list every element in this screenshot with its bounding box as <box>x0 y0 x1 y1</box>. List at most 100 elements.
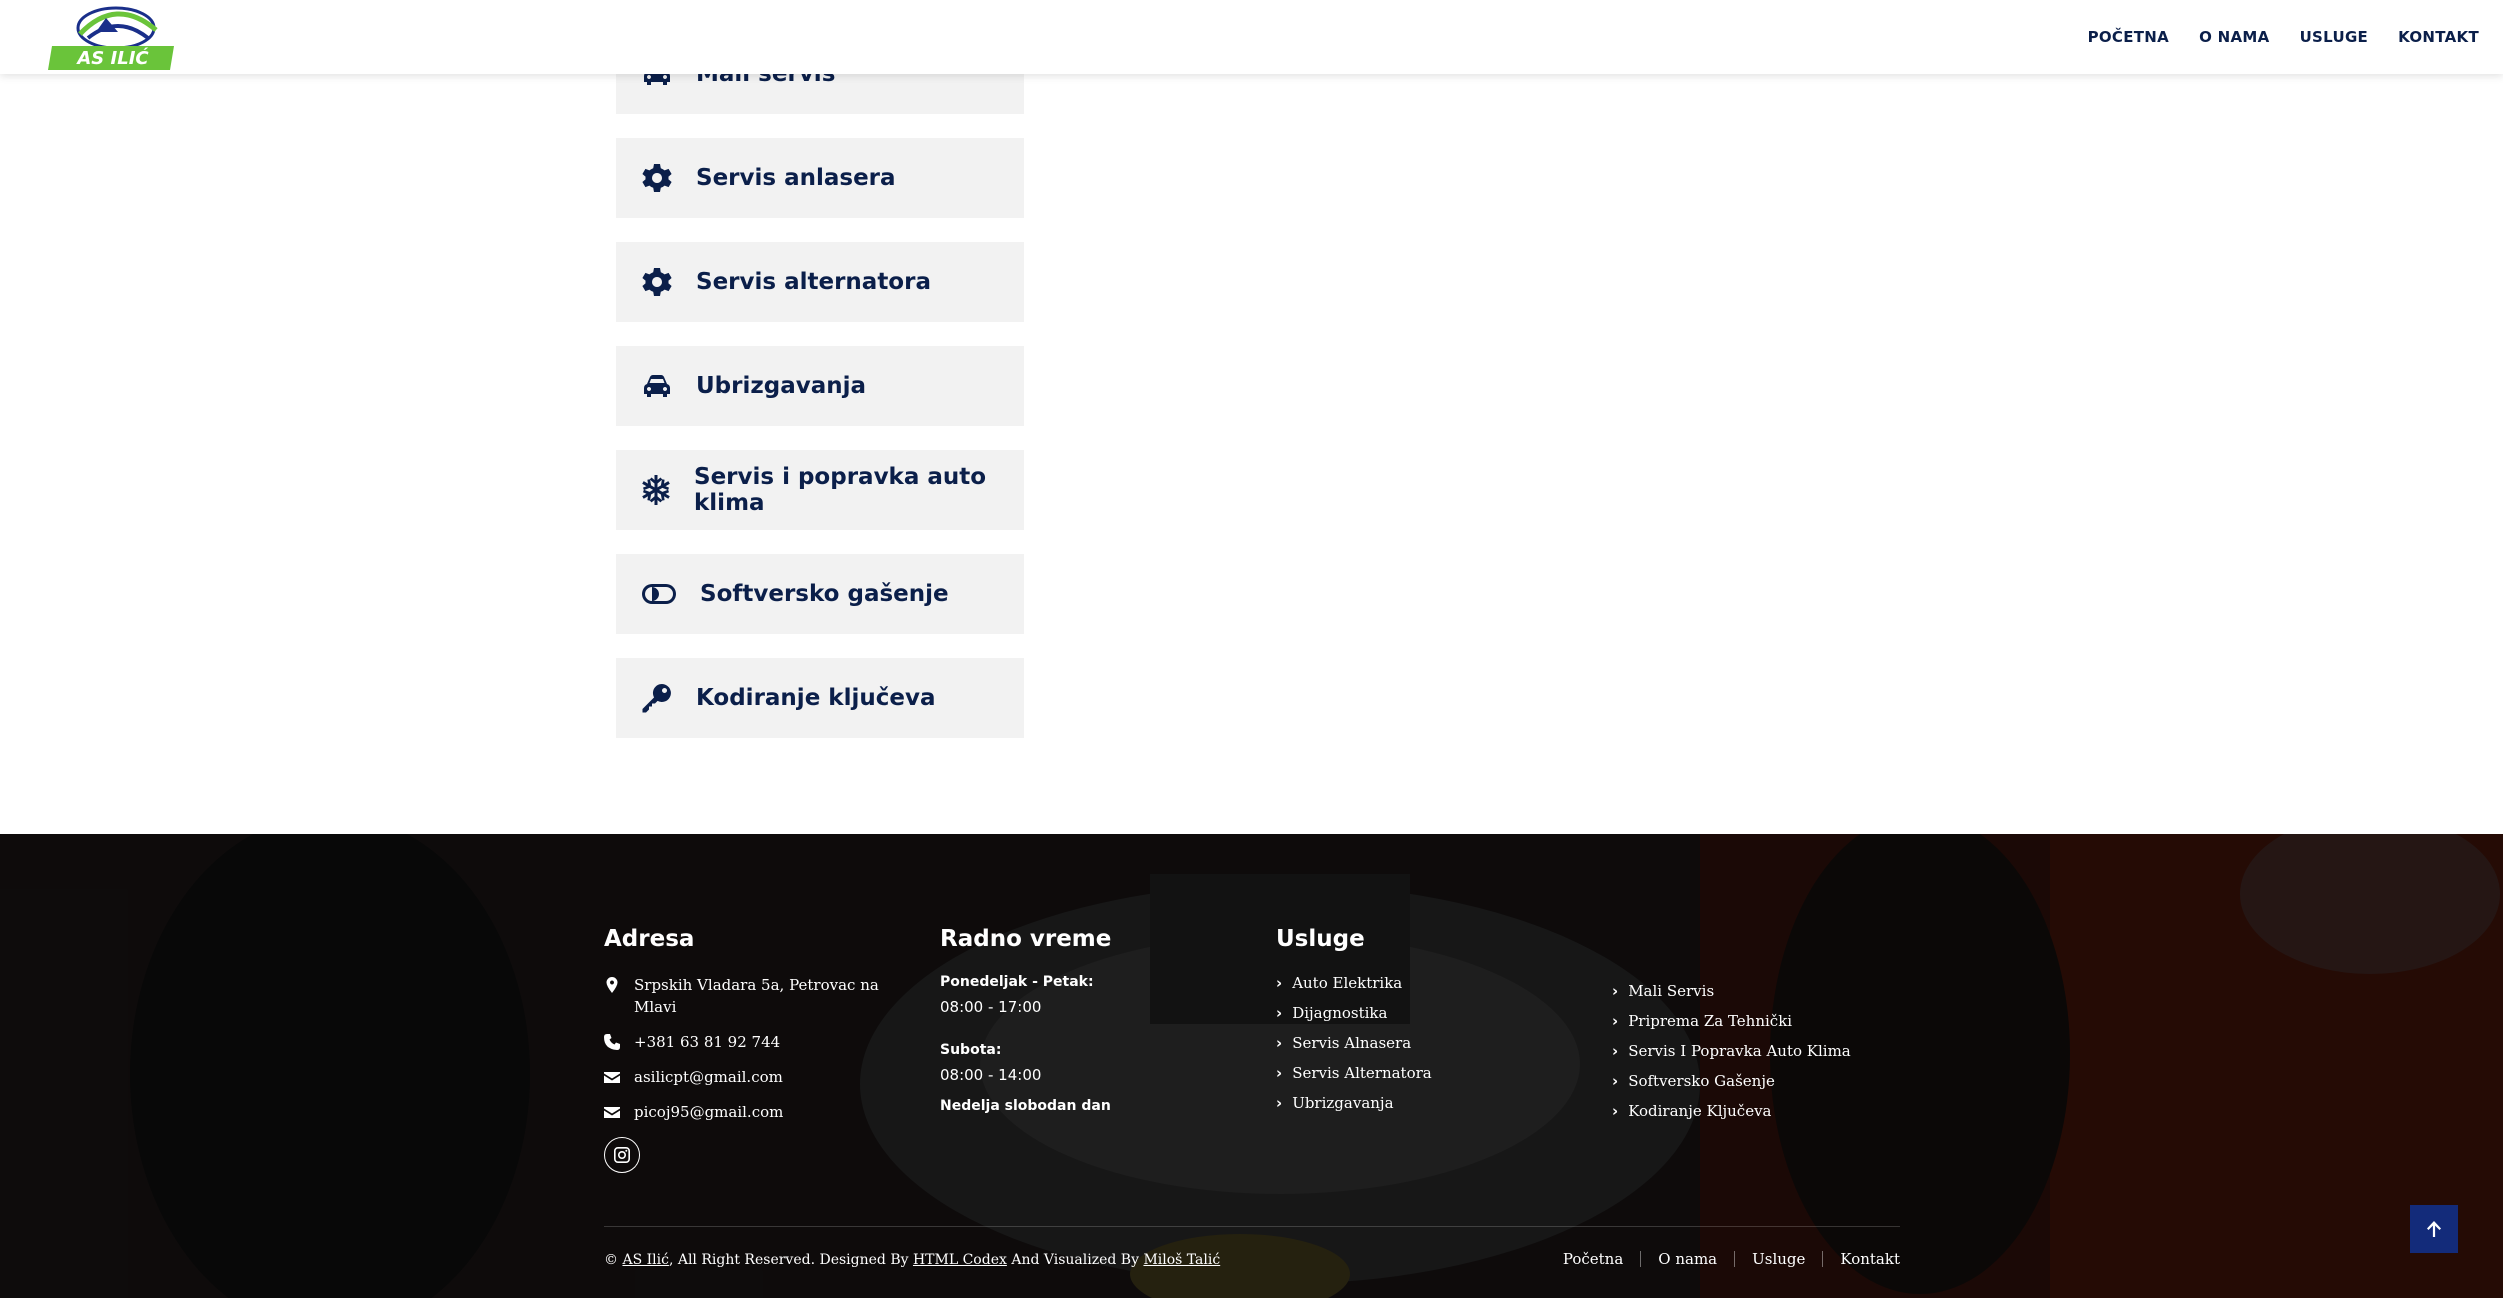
footer-phone[interactable]: +381 63 81 92 744 <box>604 1031 894 1053</box>
envelope-icon <box>604 1069 620 1085</box>
designer-link[interactable]: HTML Codex <box>913 1252 1007 1268</box>
footer-service-label: Servis Alternatora <box>1292 1064 1432 1082</box>
footer-nav-separator <box>1734 1251 1736 1267</box>
footer-service-label: Auto Elektrika <box>1292 974 1403 992</box>
footer-phone-text[interactable]: +381 63 81 92 744 <box>634 1031 780 1053</box>
service-label: Servis anlasera <box>696 165 896 191</box>
hours-sunday: Nedelja slobodan dan <box>940 1098 1111 1114</box>
site-footer: Adresa Srpskih Vladara 5a, Petrovac na M… <box>0 834 2503 1298</box>
nav-o-nama[interactable]: O NAMA <box>2199 28 2269 46</box>
chevron-right-icon: › <box>1612 982 1619 1000</box>
instagram-icon <box>614 1147 630 1163</box>
car-icon <box>640 369 674 403</box>
chevron-right-icon: › <box>1276 1004 1283 1022</box>
footer-service-label: Dijagnostika <box>1292 1004 1388 1022</box>
service-alternatora[interactable]: Servis alternatora <box>616 242 1024 322</box>
gear-icon <box>640 161 674 195</box>
chevron-right-icon: › <box>1276 1094 1283 1112</box>
phone-icon <box>604 1034 620 1050</box>
footer-address-title: Adresa <box>604 926 695 952</box>
hours-weekday-value: 08:00 - 17:00 <box>940 998 1042 1016</box>
footer-divider <box>604 1226 1900 1227</box>
footer-address-text: Srpskih Vladara 5a, Petrovac na Mlavi <box>634 976 879 1016</box>
footer-email-1-text[interactable]: asilicpt@gmail.com <box>634 1066 783 1088</box>
logo-text: AS ILIĆ <box>77 48 149 69</box>
footer-service-label: Priprema Za Tehnički <box>1628 1012 1793 1030</box>
footer-nav-separator <box>1822 1251 1824 1267</box>
footer-service-link[interactable]: › Priprema Za Tehnički <box>1612 1012 1912 1031</box>
copyright-prefix: © <box>604 1252 623 1268</box>
chevron-right-icon: › <box>1276 1064 1283 1082</box>
copyright-and: And Visualized By <box>1006 1252 1144 1268</box>
service-label: Softversko gašenje <box>700 581 949 607</box>
chevron-right-icon: › <box>1612 1102 1619 1120</box>
footer-service-label: Servis Alnasera <box>1292 1034 1412 1052</box>
instagram-button[interactable] <box>604 1137 640 1173</box>
main-nav: POČETNA O NAMA USLUGE KONTAKT <box>2088 0 2479 74</box>
service-ubrizgavanja[interactable]: Ubrizgavanja <box>616 346 1024 426</box>
footer-address: Srpskih Vladara 5a, Petrovac na Mlavi <box>604 974 894 1018</box>
arrow-up-icon <box>2427 1221 2441 1237</box>
chevron-right-icon: › <box>1612 1042 1619 1060</box>
service-kodiranje-kljuceva[interactable]: Kodiranje ključeva <box>616 658 1024 738</box>
service-softversko-gasenje[interactable]: Softversko gašenje <box>616 554 1024 634</box>
chevron-right-icon: › <box>1612 1072 1619 1090</box>
footer-nav-usluge[interactable]: Usluge <box>1752 1250 1805 1268</box>
service-anlasera[interactable]: Servis anlasera <box>616 138 1024 218</box>
footer-email-1[interactable]: asilicpt@gmail.com <box>604 1066 894 1088</box>
footer-email-2-text[interactable]: picoj95@gmail.com <box>634 1101 783 1123</box>
service-label: Ubrizgavanja <box>696 373 867 399</box>
footer-services-column-2: › Mali Servis › Priprema Za Tehnički › Serv… <box>1612 982 1912 1132</box>
footer-hours-title: Radno vreme <box>940 926 1112 952</box>
footer-nav-separator <box>1640 1251 1642 1267</box>
footer-address-column: Adresa Srpskih Vladara 5a, Petrovac na M… <box>604 926 894 1173</box>
footer-background-image <box>0 834 2503 1298</box>
footer-service-label: Ubrizgavanja <box>1292 1094 1394 1112</box>
site-logo[interactable]: AS ILIĆ <box>46 4 180 72</box>
footer-services-column: Usluge › Auto Elektrika › Dijagnostika › Se… <box>1276 926 1576 1124</box>
footer-service-link[interactable]: › Ubrizgavanja <box>1276 1094 1576 1113</box>
footer-nav-o-nama[interactable]: O nama <box>1658 1250 1717 1268</box>
snowflake-icon <box>640 473 672 507</box>
footer-nav: Početna O nama Usluge Kontakt <box>1563 1250 1900 1268</box>
footer-service-link[interactable]: › Dijagnostika <box>1276 1004 1576 1023</box>
footer-service-label: Kodiranje Ključeva <box>1628 1102 1772 1120</box>
footer-service-label: Softversko Gašenje <box>1628 1072 1775 1090</box>
toggle-icon <box>640 577 678 611</box>
footer-email-2[interactable]: picoj95@gmail.com <box>604 1101 894 1123</box>
map-marker-icon <box>604 977 620 993</box>
footer-service-link[interactable]: › Servis I Popravka Auto Klima <box>1612 1042 1912 1061</box>
nav-usluge[interactable]: USLUGE <box>2300 28 2369 46</box>
chevron-right-icon: › <box>1276 974 1283 992</box>
footer-hours-column: Radno vreme Ponedeljak - Petak: 08:00 - … <box>940 926 1220 1122</box>
hours-weekday-label: Ponedeljak - Petak: <box>940 974 1094 990</box>
service-label: Kodiranje ključeva <box>696 685 936 711</box>
footer-service-label: Mali Servis <box>1628 982 1715 1000</box>
chevron-right-icon: › <box>1276 1034 1283 1052</box>
key-icon <box>640 681 674 715</box>
footer-nav-kontakt[interactable]: Kontakt <box>1840 1250 1900 1268</box>
gear-icon <box>640 265 674 299</box>
footer-service-link[interactable]: › Softversko Gašenje <box>1612 1072 1912 1091</box>
back-to-top-button[interactable] <box>2410 1205 2458 1253</box>
footer-services-title: Usluge <box>1276 926 1365 952</box>
visualizer-link[interactable]: Miloš Talić <box>1143 1252 1220 1268</box>
nav-kontakt[interactable]: KONTAKT <box>2398 28 2479 46</box>
footer-nav-pocetna[interactable]: Početna <box>1563 1250 1623 1268</box>
hours-saturday-label: Subota: <box>940 1042 1002 1058</box>
service-auto-klima[interactable]: Servis i popravka auto klima <box>616 450 1024 530</box>
footer-service-link[interactable]: › Servis Alternatora <box>1276 1064 1576 1083</box>
service-label: Servis i popravka auto klima <box>694 464 987 516</box>
copyright: © AS Ilić, All Right Reserved. Designed … <box>604 1252 1220 1268</box>
footer-service-label: Servis I Popravka Auto Klima <box>1628 1042 1851 1060</box>
copyright-brand-link[interactable]: AS Ilić <box>622 1252 668 1268</box>
nav-pocetna[interactable]: POČETNA <box>2088 28 2170 46</box>
footer-service-link[interactable]: › Mali Servis <box>1612 982 1912 1001</box>
envelope-icon <box>604 1104 620 1120</box>
copyright-middle: , All Right Reserved. Designed By <box>668 1252 913 1268</box>
footer-service-link[interactable]: › Auto Elektrika <box>1276 974 1576 993</box>
chevron-right-icon: › <box>1612 1012 1619 1030</box>
footer-service-link[interactable]: › Kodiranje Ključeva <box>1612 1102 1912 1121</box>
service-label: Servis alternatora <box>696 269 931 295</box>
footer-service-link[interactable]: › Servis Alnasera <box>1276 1034 1576 1053</box>
